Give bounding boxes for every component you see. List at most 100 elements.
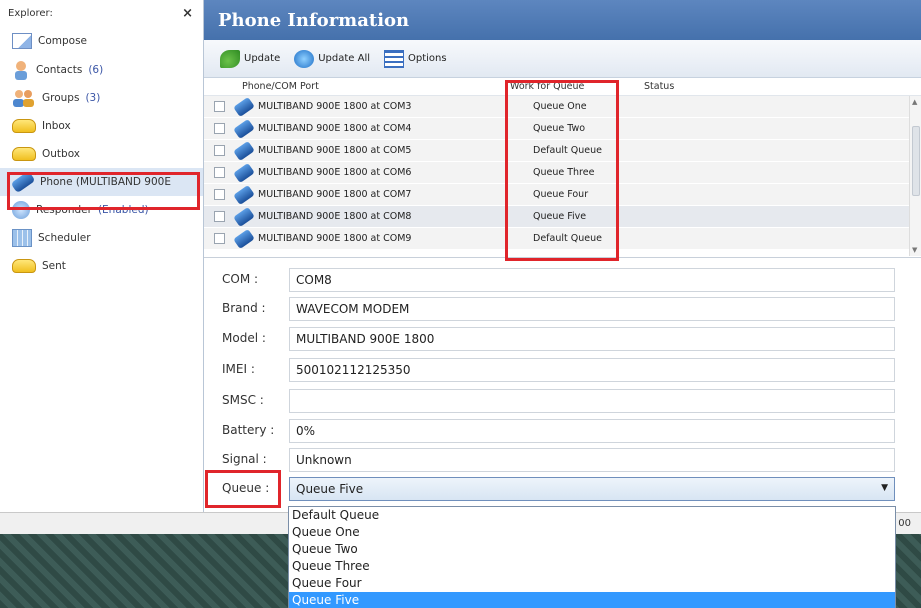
queue-option[interactable]: Queue Three xyxy=(289,558,895,575)
queue-select[interactable]: Queue Five ▼ xyxy=(289,477,895,501)
row-checkbox[interactable] xyxy=(214,233,225,244)
compose-icon xyxy=(12,33,32,49)
sidebar-item-groups[interactable]: Groups (3) xyxy=(0,84,203,112)
grid-header: Phone/COM Port Work for Queue Status xyxy=(204,78,921,96)
model-label: Model : xyxy=(222,331,266,345)
groups-icon xyxy=(13,90,34,107)
queue-option[interactable]: Queue Four xyxy=(289,575,895,592)
model-field[interactable]: MULTIBAND 900E 1800 xyxy=(289,327,895,351)
sidebar-item-phone[interactable]: Phone (MULTIBAND 900E xyxy=(0,168,203,196)
options-label: Options xyxy=(408,53,447,64)
table-row[interactable]: MULTIBAND 900E 1800 at COM6 Queue Three xyxy=(204,162,921,184)
responder-icon xyxy=(12,201,30,219)
sidebar-item-scheduler[interactable]: Scheduler xyxy=(0,224,203,252)
queue-option[interactable]: Queue Two xyxy=(289,541,895,558)
row-port: MULTIBAND 900E 1800 at COM7 xyxy=(258,189,412,200)
status-text: 00 xyxy=(898,518,911,529)
close-icon[interactable]: × xyxy=(182,6,193,21)
row-queue: Queue Four xyxy=(533,189,589,200)
contacts-count: (6) xyxy=(88,64,104,76)
row-queue: Default Queue xyxy=(533,145,602,156)
queue-option[interactable]: Queue One xyxy=(289,524,895,541)
signal-field[interactable]: Unknown xyxy=(289,448,895,472)
refresh-all-icon xyxy=(294,49,315,68)
row-port: MULTIBAND 900E 1800 at COM6 xyxy=(258,167,412,178)
table-row[interactable]: MULTIBAND 900E 1800 at COM3 Queue One xyxy=(204,96,921,118)
row-checkbox[interactable] xyxy=(214,189,225,200)
sidebar-item-inbox[interactable]: Inbox xyxy=(0,112,203,140)
sidebar-item-responder[interactable]: Responder (Enabled) xyxy=(0,196,203,224)
row-checkbox[interactable] xyxy=(214,101,225,112)
row-port: MULTIBAND 900E 1800 at COM5 xyxy=(258,145,412,156)
refresh-icon xyxy=(220,49,240,68)
com-field[interactable]: COM8 xyxy=(289,268,895,292)
sidebar-item-label: Phone (MULTIBAND 900E xyxy=(40,176,171,188)
row-checkbox[interactable] xyxy=(214,145,225,156)
chevron-down-icon[interactable]: ▼ xyxy=(881,483,888,493)
imei-row: IMEI : 500102112125350 xyxy=(204,358,904,382)
sidebar-item-label: Groups xyxy=(42,92,80,104)
queue-dropdown-list: Default Queue Queue One Queue Two Queue … xyxy=(288,506,896,608)
column-header-port[interactable]: Phone/COM Port xyxy=(204,81,504,92)
options-button[interactable]: Options xyxy=(384,49,447,68)
scroll-down-icon[interactable]: ▼ xyxy=(912,246,917,254)
phone-icon xyxy=(233,96,255,117)
phone-icon xyxy=(233,118,255,139)
imei-field[interactable]: 500102112125350 xyxy=(289,358,895,382)
phone-icon xyxy=(233,206,255,227)
row-checkbox[interactable] xyxy=(214,211,225,222)
battery-field[interactable]: 0% xyxy=(289,419,895,443)
smsc-label: SMSC : xyxy=(222,393,264,407)
queue-option[interactable]: Default Queue xyxy=(289,507,895,524)
sidebar-item-compose[interactable]: Compose xyxy=(0,26,203,56)
smsc-field[interactable] xyxy=(289,389,895,413)
sidebar-item-label: Scheduler xyxy=(38,232,91,244)
brand-label: Brand : xyxy=(222,301,266,315)
outbox-icon xyxy=(12,147,36,161)
row-queue: Queue Two xyxy=(533,123,586,134)
sidebar-item-contacts[interactable]: Contacts (6) xyxy=(0,56,203,84)
update-button[interactable]: Update xyxy=(220,49,281,68)
row-port: MULTIBAND 900E 1800 at COM4 xyxy=(258,123,412,134)
row-checkbox[interactable] xyxy=(214,167,225,178)
table-row[interactable]: MULTIBAND 900E 1800 at COM9 Default Queu… xyxy=(204,228,921,250)
contacts-icon xyxy=(15,61,27,80)
sidebar-item-outbox[interactable]: Outbox xyxy=(0,140,203,168)
table-row-selected[interactable]: MULTIBAND 900E 1800 at COM8 Queue Five xyxy=(204,206,921,228)
scrollbar-thumb[interactable] xyxy=(912,126,920,196)
queue-label: Queue : xyxy=(222,481,270,495)
sent-icon xyxy=(12,259,36,273)
table-row[interactable]: MULTIBAND 900E 1800 at COM7 Queue Four xyxy=(204,184,921,206)
row-port: MULTIBAND 900E 1800 at COM8 xyxy=(258,211,412,222)
explorer-panel: Explorer: × Compose Contacts (6) Groups … xyxy=(0,0,204,512)
phone-icon xyxy=(10,170,36,194)
sidebar-item-label: Outbox xyxy=(42,148,81,160)
brand-field[interactable]: WAVECOM MODEM xyxy=(289,297,895,321)
row-checkbox[interactable] xyxy=(214,123,225,134)
phone-details-form: COM : COM8 Brand : WAVECOM MODEM Model :… xyxy=(204,262,921,512)
sidebar-item-sent[interactable]: Sent xyxy=(0,252,203,280)
scroll-up-icon[interactable]: ▲ xyxy=(912,98,917,106)
com-label: COM : xyxy=(222,272,259,286)
row-port: MULTIBAND 900E 1800 at COM3 xyxy=(258,101,412,112)
battery-label: Battery : xyxy=(222,423,275,437)
column-header-queue[interactable]: Work for Queue xyxy=(504,81,634,92)
update-all-label: Update All xyxy=(318,53,371,64)
sidebar-item-label: Inbox xyxy=(42,120,71,132)
column-header-status[interactable]: Status xyxy=(634,81,674,92)
sidebar-item-label: Sent xyxy=(42,260,66,272)
queue-option-selected[interactable]: Queue Five xyxy=(289,592,895,608)
sidebar-item-label: Compose xyxy=(38,35,88,47)
grid-scrollbar[interactable]: ▲ ▼ xyxy=(909,96,921,256)
responder-status: (Enabled) xyxy=(97,204,149,216)
update-label: Update xyxy=(244,53,281,64)
row-queue: Queue Five xyxy=(533,211,587,222)
explorer-header: Explorer: × xyxy=(0,0,203,26)
smsc-row: SMSC : xyxy=(204,389,904,413)
phone-icon xyxy=(233,162,255,183)
model-row: Model : MULTIBAND 900E 1800 xyxy=(204,327,904,351)
table-row[interactable]: MULTIBAND 900E 1800 at COM5 Default Queu… xyxy=(204,140,921,162)
sidebar-item-label: Contacts xyxy=(36,64,83,76)
update-all-button[interactable]: Update All xyxy=(294,49,371,68)
table-row[interactable]: MULTIBAND 900E 1800 at COM4 Queue Two xyxy=(204,118,921,140)
